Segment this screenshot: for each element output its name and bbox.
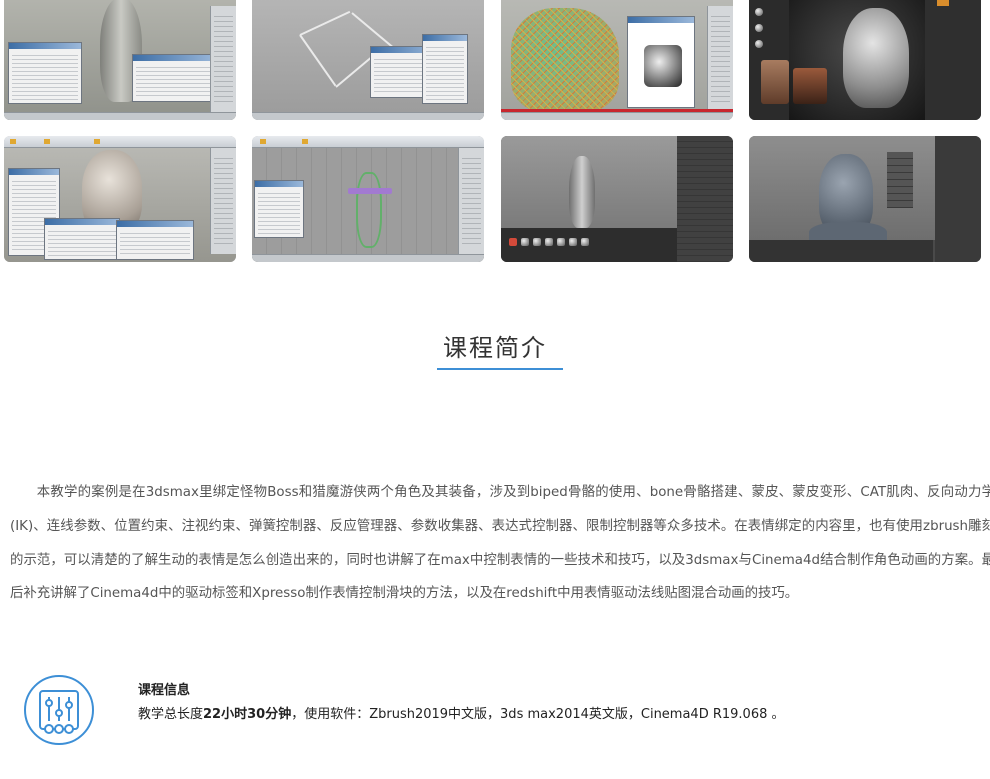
wireframe-head xyxy=(511,8,619,112)
sculpted-head xyxy=(843,8,909,108)
thumbnail-6[interactable] xyxy=(252,136,484,262)
parameter-panel xyxy=(132,54,218,102)
thumbnail-1[interactable] xyxy=(4,0,236,120)
biped-skeleton xyxy=(356,172,382,248)
reference-photo xyxy=(793,68,827,104)
reference-photo xyxy=(761,60,789,104)
timeline xyxy=(749,240,933,262)
parameter-panel xyxy=(44,218,120,260)
attribute-panel xyxy=(935,136,981,262)
thumbnail-2[interactable] xyxy=(252,0,484,120)
control-panel xyxy=(887,152,913,208)
parameter-panel xyxy=(254,180,304,238)
course-duration: 22小时30分钟 xyxy=(203,707,292,722)
course-info-text: 教学总长度22小时30分钟，使用软件：Zbrush2019中文版，3ds max… xyxy=(138,703,785,722)
parameter-panel xyxy=(8,42,82,104)
title-underline xyxy=(437,368,563,370)
thumbnail-5[interactable] xyxy=(4,136,236,262)
course-description: 本教学的案例是在3dsmax里绑定怪物Boss和猎魔游侠两个角色及其装备，涉及到… xyxy=(10,485,990,602)
c4d-character xyxy=(569,156,595,228)
section-title: 课程简介 xyxy=(443,334,547,362)
parameter-panel xyxy=(422,34,468,104)
sliders-icon xyxy=(24,675,94,745)
parameter-panel xyxy=(116,220,194,260)
thumbnail-4[interactable] xyxy=(749,0,981,120)
render-window xyxy=(627,16,695,108)
thumbnail-8[interactable] xyxy=(749,136,981,262)
thumbnail-7[interactable] xyxy=(501,136,733,262)
software-list: ，使用软件：Zbrush2019中文版，3ds max2014英文版，Cinem… xyxy=(291,707,785,722)
object-manager xyxy=(677,136,733,262)
course-info-title: 课程信息 xyxy=(138,683,191,698)
duration-prefix: 教学总长度 xyxy=(138,707,204,722)
thumbnail-3[interactable] xyxy=(501,0,733,120)
